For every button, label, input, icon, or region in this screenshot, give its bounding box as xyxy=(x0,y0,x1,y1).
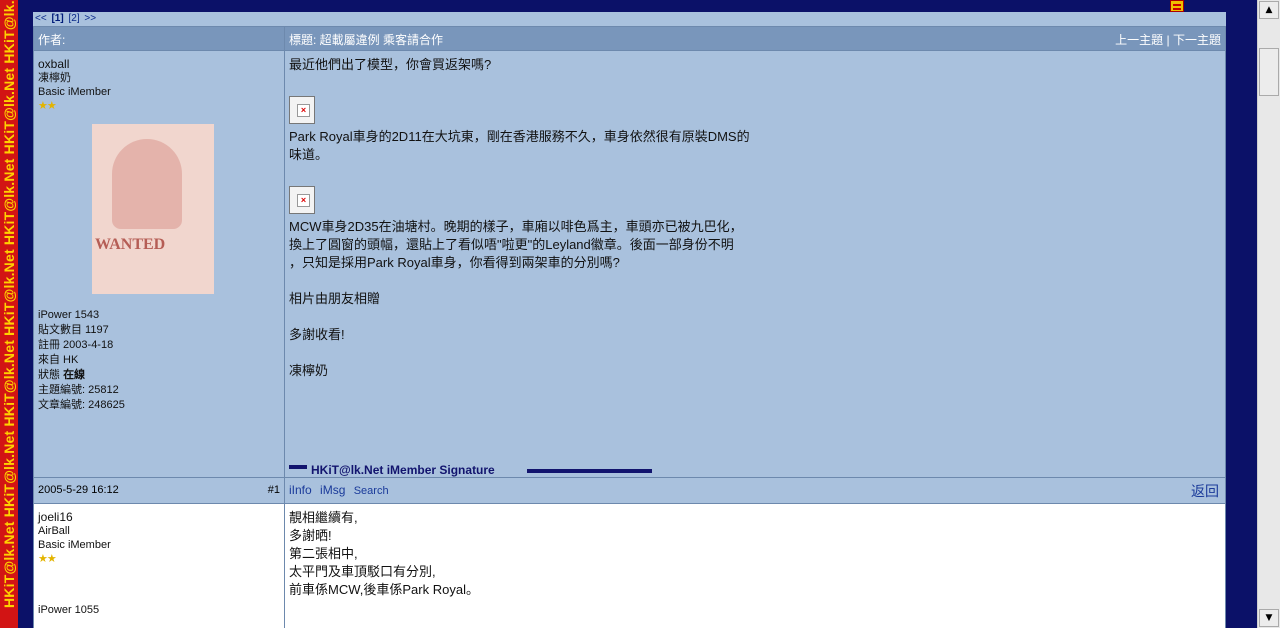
pagination: << [1] [2] >> xyxy=(33,12,1226,26)
imsg-link[interactable]: iMsg xyxy=(320,483,345,497)
back-link[interactable]: 返回 xyxy=(1191,481,1219,501)
author-label: 作者: xyxy=(38,33,66,47)
scroll-thumb[interactable] xyxy=(1259,48,1279,96)
search-link[interactable]: Search xyxy=(354,485,389,497)
post1-status-value: 在線 xyxy=(63,369,86,381)
next-topic-link[interactable]: 下一主題 xyxy=(1173,33,1221,47)
signature-bar-right xyxy=(527,469,652,473)
top-bar xyxy=(18,0,1256,12)
signature-bar-left xyxy=(289,465,307,469)
banner-text: HKiT@lk.Net HKiT@lk.Net HKiT@lk.Net HKiT… xyxy=(1,0,17,608)
current-page: [1] xyxy=(51,13,64,24)
flag-icon[interactable] xyxy=(1170,0,1184,12)
post1-username[interactable]: oxball xyxy=(38,57,280,71)
post2-rank: Basic iMember xyxy=(38,539,111,551)
post1-avatar xyxy=(92,124,214,294)
post2-line1: 靚相繼續有, xyxy=(289,510,358,525)
post1-actions: iInfo iMsg Search 返回 xyxy=(285,478,1225,503)
post1-number[interactable]: #1 xyxy=(268,484,280,496)
post2-line4: 太平門及車頂駁口有分別, xyxy=(289,564,436,579)
vertical-scrollbar[interactable]: ▲ ▼ xyxy=(1257,0,1280,628)
post1-status-label: 狀態 xyxy=(38,369,60,381)
right-gutter xyxy=(1226,0,1257,628)
post2-ipower: iPower 1055 xyxy=(38,604,100,616)
broken-image-icon[interactable]: × xyxy=(289,96,315,124)
prev-page-link[interactable]: << xyxy=(35,12,47,26)
post2-line2: 多謝晒! xyxy=(289,528,332,543)
post2-username[interactable]: joeli16 xyxy=(38,510,280,524)
post2-nickname: AirBall xyxy=(38,525,70,537)
title-header: 標題: 超載屬違例 乘客請合作 上一主題 | 下一主題 xyxy=(285,27,1225,50)
post1-status: 狀態 在線 xyxy=(38,368,280,383)
banner-text-wrap: HKiT@lk.Net HKiT@lk.Net HKiT@lk.Net HKiT… xyxy=(0,0,18,628)
post1-post-id: 文章編號: 248625 xyxy=(38,399,125,411)
post1-body: 最近他們出了模型，你會買返架嗎? × Park Royal車身的2D11在大坑東… xyxy=(285,51,1225,498)
post2-line5: 前車係MCW,後車係Park Royal。 xyxy=(289,582,479,597)
post1-user-stats: iPower 1543 貼文數目 1197 註冊 2003-4-18 來自 HK… xyxy=(38,308,280,413)
post1-nickname: 凍檸奶 xyxy=(38,72,71,84)
post1-meta: 2005-5-29 16:12 #1 xyxy=(34,478,284,503)
post2-rank-stars-icon: ★★ xyxy=(38,553,57,565)
next-page-link[interactable]: >> xyxy=(84,12,96,26)
post1-topic-id: 主題編號: 25812 xyxy=(38,384,119,396)
post1-line6: 凍檸奶 xyxy=(289,363,329,378)
post1-para3b: 換上了圓窗的頭幅，還貼上了看似唔"啦更"的Leyland徽章。後面一部身份不明 xyxy=(289,237,734,252)
topic-nav: 上一主題 | 下一主題 xyxy=(1115,31,1221,48)
thread-title: 標題: 超載屬違例 乘客請合作 xyxy=(289,33,444,47)
post1-registered: 註冊 2003-4-18 xyxy=(38,339,114,351)
post2-body: 靚相繼續有, 多謝晒! 第二張相中, 太平門及車頂駁口有分別, 前車係MCW,後… xyxy=(285,504,1225,628)
scroll-up-arrow-icon[interactable]: ▲ xyxy=(1259,1,1279,19)
scroll-down-arrow-icon[interactable]: ▼ xyxy=(1259,609,1279,627)
post2-line3: 第二張相中, xyxy=(289,546,358,561)
post2-user-panel: joeli16 AirBall Basic iMember ★★ iPower … xyxy=(34,504,284,628)
prev-topic-link[interactable]: 上一主題 xyxy=(1115,33,1163,47)
topic-nav-separator: | xyxy=(1166,33,1170,47)
signature-banner: HKiT@lk.Net iMember Signature xyxy=(289,463,669,477)
post1-user-panel: oxball 凍檸奶 Basic iMember ★★ iPower 1543 … xyxy=(34,51,284,477)
broken-image-icon[interactable]: × xyxy=(289,186,315,214)
page-2-link[interactable]: [2] xyxy=(68,12,79,26)
post1-para3a: MCW車身2D35在油塘村。晚期的樣子，車廂以啡色爲主，車頭亦已被九巴化， xyxy=(289,219,743,234)
signature-title: HKiT@lk.Net iMember Signature xyxy=(311,463,495,477)
post1-line5: 多謝收看! xyxy=(289,327,345,342)
post1-post-count: 貼文數目 1197 xyxy=(38,324,109,336)
post1-line4: 相片由朋友相贈 xyxy=(289,291,381,306)
post1-rank: Basic iMember xyxy=(38,86,111,98)
post1-para2b: 味道。 xyxy=(289,147,329,162)
iinfo-link[interactable]: iInfo xyxy=(289,483,312,497)
post1-line1: 最近他們出了模型，你會買返架嗎? xyxy=(289,57,492,72)
thread-table: 作者: 標題: 超載屬違例 乘客請合作 上一主題 | 下一主題 oxball 凍… xyxy=(33,26,1226,628)
vertical-banner: HKiT@lk.Net HKiT@lk.Net HKiT@lk.Net HKiT… xyxy=(0,0,18,628)
post1-from: 來自 HK xyxy=(38,354,79,366)
post1-rank-stars-icon: ★★ xyxy=(38,100,57,112)
post1-para3c: ，只知是採用Park Royal車身，你看得到兩架車的分別嗎? xyxy=(289,255,620,270)
left-gutter xyxy=(18,0,33,628)
post1-ipower: iPower 1543 xyxy=(38,309,100,321)
post1-datetime: 2005-5-29 16:12 xyxy=(38,484,119,496)
post1-para2a: Park Royal車身的2D11在大坑東，剛在香港服務不久，車身依然很有原裝D… xyxy=(289,129,750,144)
author-header: 作者: xyxy=(34,27,284,50)
